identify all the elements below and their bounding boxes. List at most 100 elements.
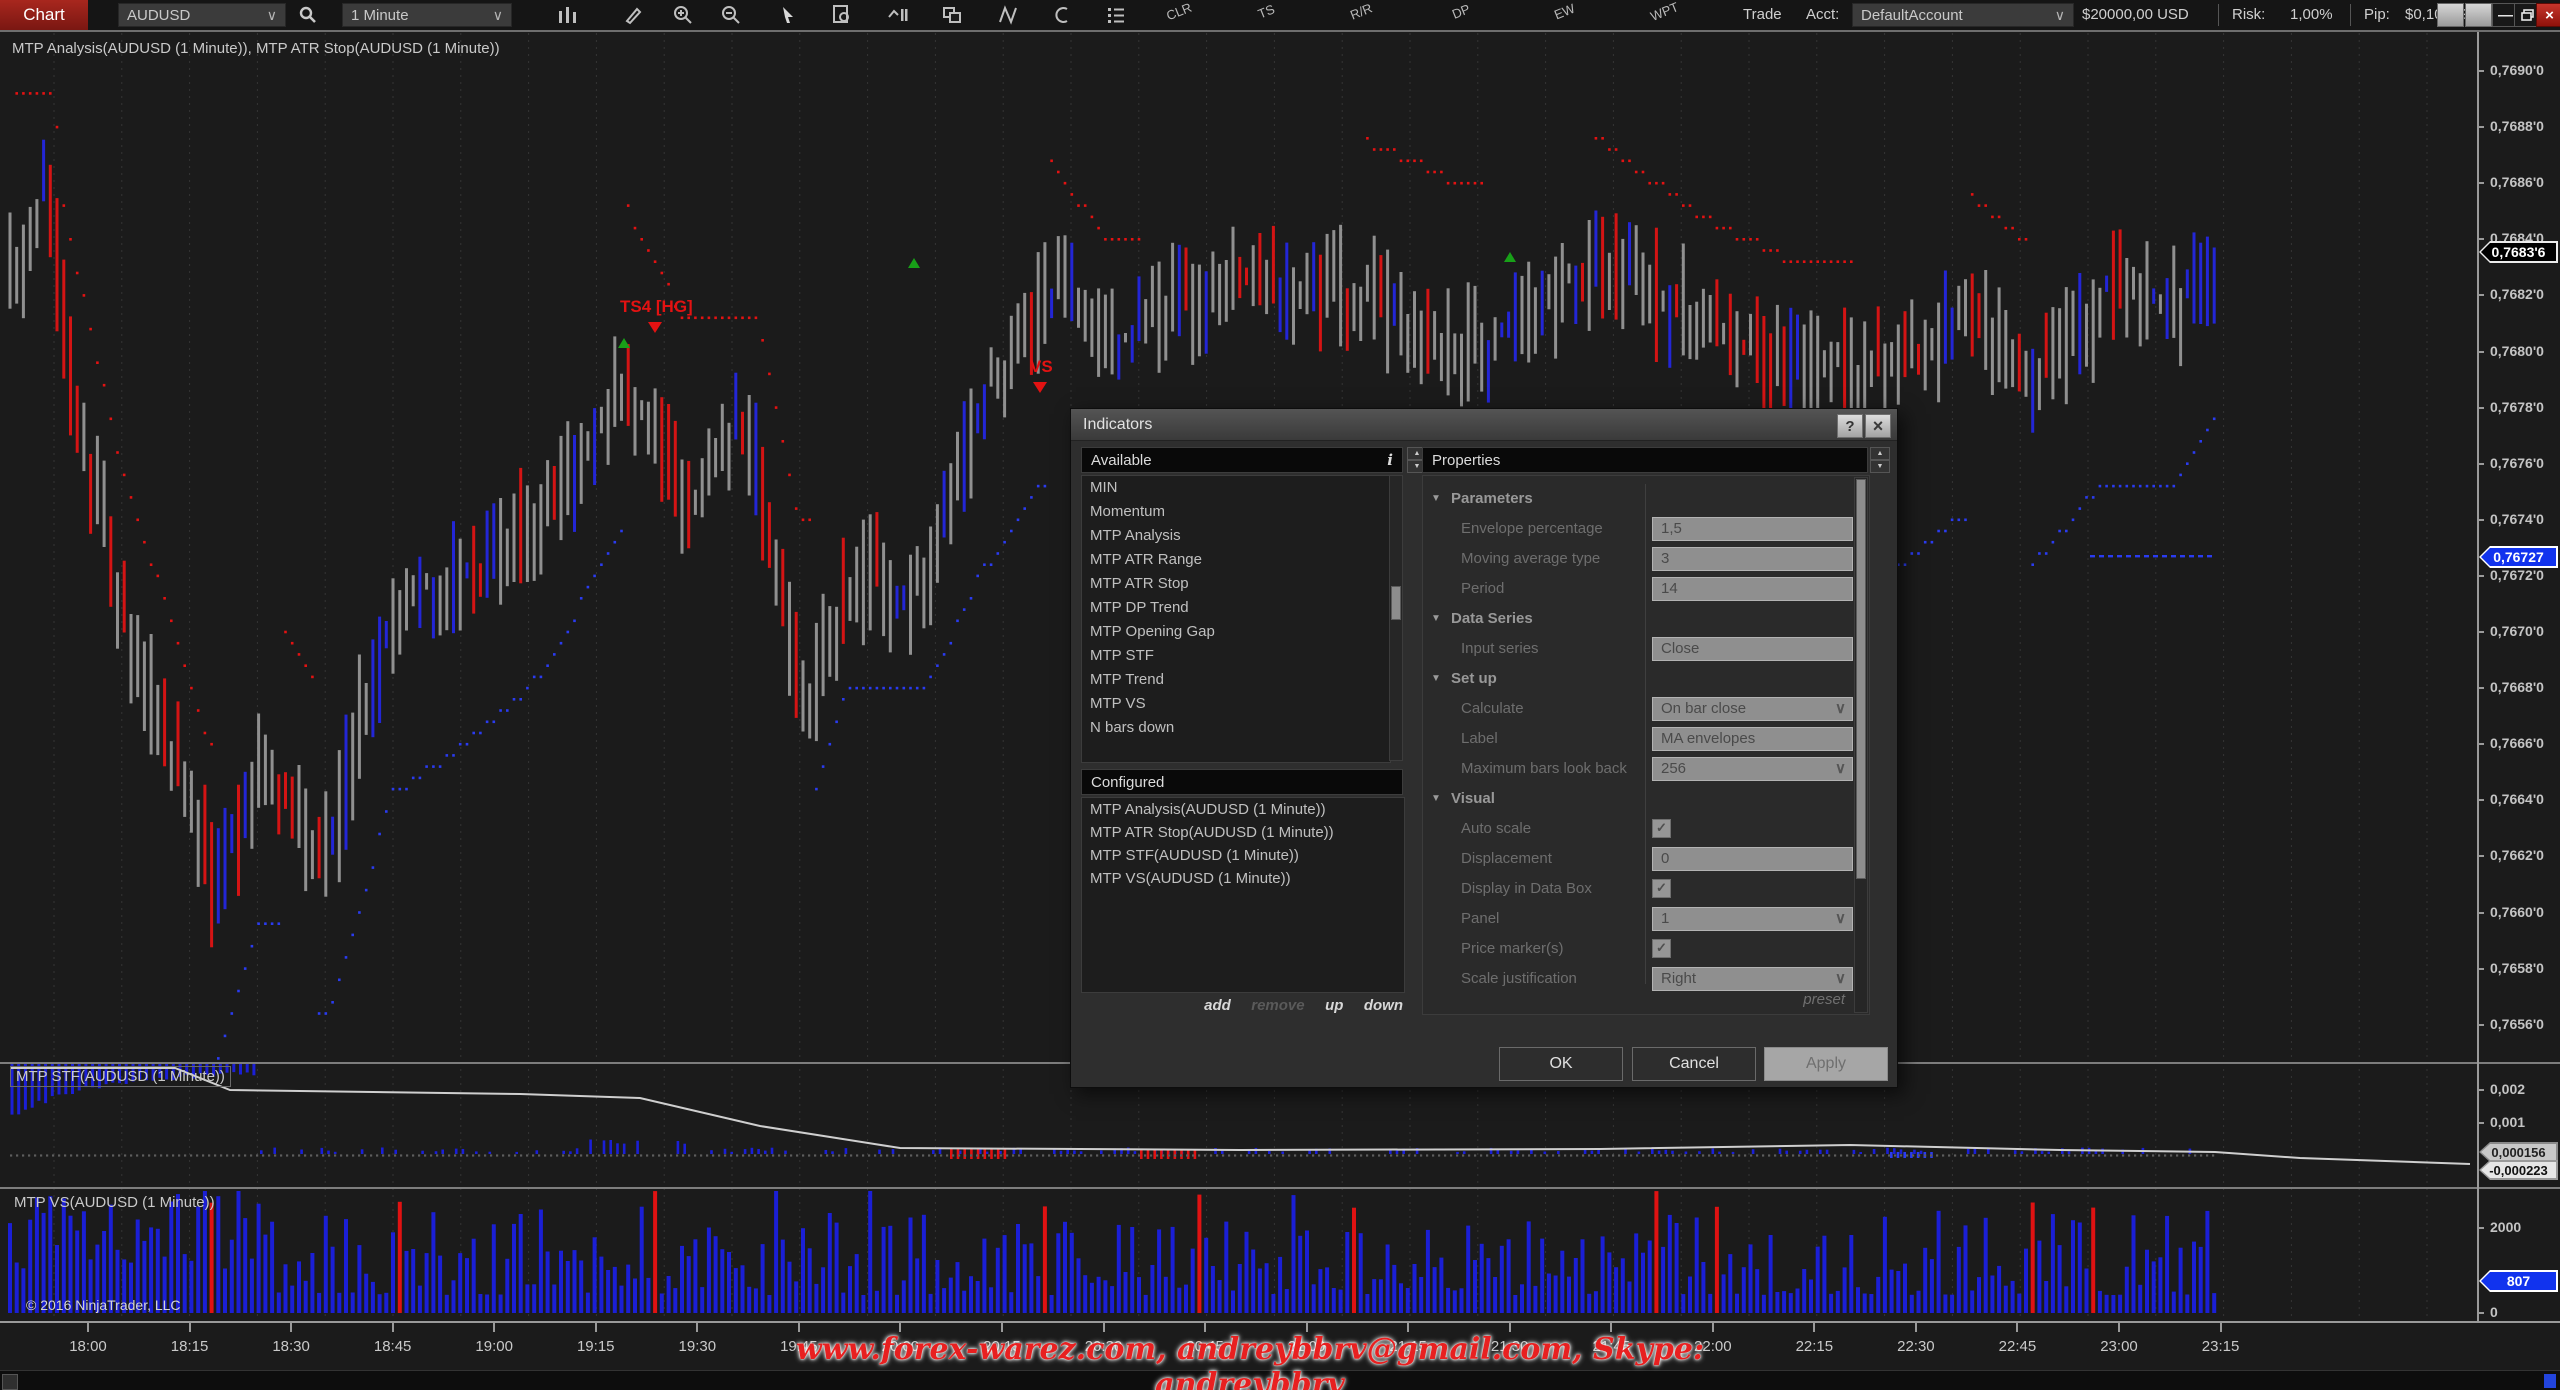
stf-tick-label: 0,001 [2490,1114,2525,1130]
tool-dp[interactable]: DP [1450,1,1472,22]
cancel-button[interactable]: Cancel [1632,1047,1756,1081]
property-select[interactable]: Right∨ [1652,967,1853,991]
pencil-icon[interactable] [614,2,654,28]
instrument-selector[interactable]: AUDUSD∨ [118,3,286,27]
account-selector[interactable]: DefaultAccount∨ [1852,3,2074,27]
trade-menu[interactable]: Trade [1743,6,1782,23]
checkbox[interactable]: ✓ [1652,879,1671,898]
help-button[interactable]: ? [1837,414,1863,438]
properties-header: Properties [1422,447,1868,473]
available-item[interactable]: MTP ATR Range [1082,548,1390,572]
available-item[interactable]: MIN [1082,476,1390,500]
time-tick [2118,1323,2120,1332]
add-button[interactable]: add [1204,997,1231,1014]
stf-lower-marker: -0,000223 [2479,1160,2558,1180]
tool-ew[interactable]: EW [1552,1,1577,23]
property-input[interactable]: 3 [1652,547,1853,571]
available-scrollbar[interactable] [1389,475,1403,761]
price-tick-label: 0,7688'0 [2490,118,2544,134]
up-button[interactable]: up [1325,997,1343,1014]
chart-tab[interactable]: Chart [0,0,88,30]
time-tick [1610,1323,1612,1332]
close-button[interactable]: × [2536,3,2560,27]
available-item[interactable]: MTP VS [1082,692,1390,716]
price-tick-label: 0,7686'0 [2490,174,2544,190]
scroll-left-button[interactable] [2,1374,18,1390]
available-item[interactable]: N bars down [1082,716,1390,740]
checkbox[interactable]: ✓ [1652,819,1671,838]
section-header[interactable]: ▼Set up [1423,664,1855,694]
section-header[interactable]: ▼Visual [1423,784,1855,814]
available-item[interactable]: Momentum [1082,500,1390,524]
ok-button[interactable]: OK [1499,1047,1623,1081]
property-select[interactable]: 256∨ [1652,757,1853,781]
scrollbar-thumb[interactable] [1856,479,1866,879]
price-tick [2477,182,2484,184]
property-input[interactable]: 0 [1652,847,1853,871]
available-item[interactable]: MTP Analysis [1082,524,1390,548]
configured-item[interactable]: MTP VS(AUDUSD (1 Minute)) [1082,867,1404,890]
configured-item[interactable]: MTP STF(AUDUSD (1 Minute)) [1082,844,1404,867]
configured-item[interactable]: MTP Analysis(AUDUSD (1 Minute)) [1082,798,1404,821]
spin-up-button[interactable]: ▲ [1870,447,1890,460]
preset-link[interactable]: preset [1803,991,1845,1008]
windows-icon[interactable] [932,2,972,28]
time-tick [1712,1323,1714,1332]
down-button[interactable]: down [1364,997,1403,1014]
collapse-icon[interactable]: ▼ [1431,793,1441,804]
collapse-icon[interactable]: ▼ [1431,673,1441,684]
collapse-icon[interactable]: ▼ [1431,493,1441,504]
property-input[interactable]: Close [1652,637,1853,661]
available-item[interactable]: MTP DP Trend [1082,596,1390,620]
tool-r-r[interactable]: R/R [1348,0,1374,22]
tool-clr[interactable]: CLR [1164,0,1194,23]
bar-chart-icon[interactable] [548,2,588,28]
property-label: Auto scale [1461,820,1531,837]
remove-button[interactable]: remove [1251,997,1304,1014]
tool-wpt[interactable]: WPT [1648,0,1680,24]
collapse-icon[interactable]: ▼ [1431,613,1441,624]
risk-label: Risk: [2232,6,2265,23]
section-header[interactable]: ▼Parameters [1423,484,1855,514]
checkbox[interactable]: ✓ [1652,939,1671,958]
property-select[interactable]: 1∨ [1652,907,1853,931]
panel-separator[interactable] [0,1187,2560,1189]
property-input[interactable]: 14 [1652,577,1853,601]
interval-selector[interactable]: 1 Minute∨ [342,3,512,27]
property-row: Scale justificationRight∨ [1423,964,1855,994]
configured-item[interactable]: MTP ATR Stop(AUDUSD (1 Minute)) [1082,821,1404,844]
property-row: Display in Data Box✓ [1423,874,1855,904]
stf-tick [2477,1089,2484,1091]
property-select[interactable]: On bar close∨ [1652,697,1853,721]
info-icon[interactable]: i [1387,451,1393,469]
scroll-right-handle[interactable] [2544,1374,2556,1388]
property-input[interactable]: MA envelopes [1652,727,1853,751]
properties-scrollbar[interactable] [1854,477,1868,1013]
list-icon[interactable] [1096,2,1136,28]
ellipse-icon[interactable] [1042,2,1082,28]
toolbar-blank-button[interactable] [2465,3,2492,27]
search-icon[interactable] [288,2,328,28]
toolbar-blank-button[interactable] [2437,3,2464,27]
drawing-icon[interactable] [988,2,1028,28]
available-item[interactable]: MTP STF [1082,644,1390,668]
property-label: Maximum bars look back [1461,760,1627,777]
scrollbar-thumb[interactable] [1391,586,1401,620]
property-input[interactable]: 1,5 [1652,517,1853,541]
cursor-icon[interactable] [768,2,808,28]
tool-ts[interactable]: TS [1256,1,1277,21]
available-item[interactable]: MTP Opening Gap [1082,620,1390,644]
available-item[interactable]: MTP Trend [1082,668,1390,692]
section-header[interactable]: ▼Data Series [1423,604,1855,634]
spin-down-button[interactable]: ▼ [1870,460,1890,473]
price-tick [2477,463,2484,465]
report-icon[interactable] [822,2,862,28]
chart-trader-icon[interactable] [878,2,918,28]
zoom-in-icon[interactable] [664,2,704,28]
time-tick [1813,1323,1815,1332]
apply-button[interactable]: Apply [1764,1047,1888,1081]
dialog-titlebar[interactable]: Indicators [1071,409,1897,441]
zoom-out-icon[interactable] [712,2,752,28]
available-item[interactable]: MTP ATR Stop [1082,572,1390,596]
close-button[interactable]: × [1865,414,1891,438]
